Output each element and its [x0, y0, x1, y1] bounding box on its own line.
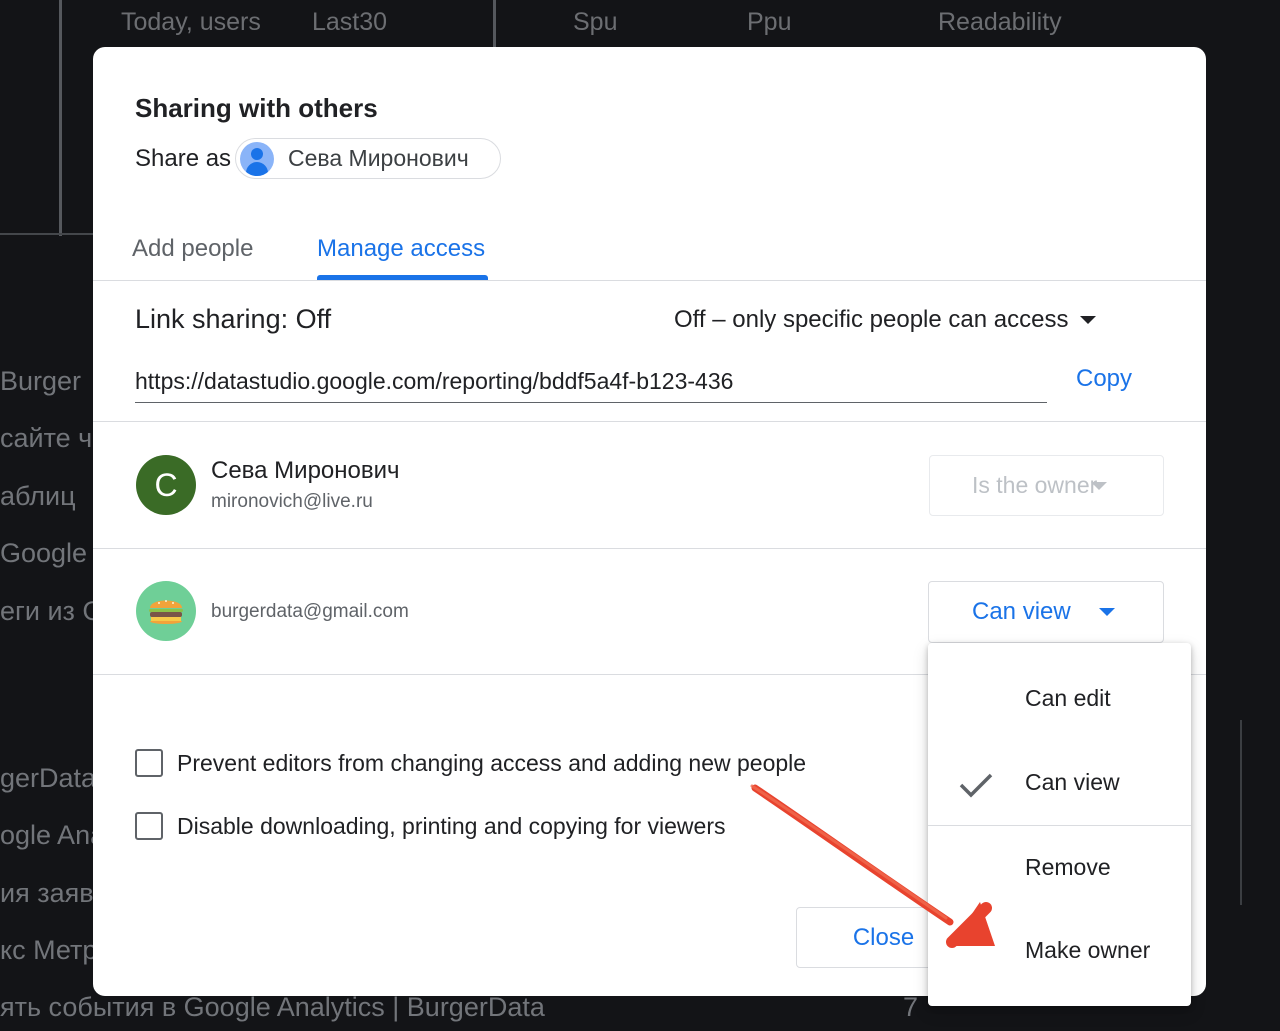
background-row-count: 7 — [903, 992, 919, 1022]
background-row: Burger — [0, 366, 82, 396]
background-divider — [1240, 720, 1242, 905]
disable-downloading-label: Disable downloading, printing and copyin… — [177, 812, 726, 839]
background-row: ять события в Google Analytics | BurgerD… — [0, 992, 545, 1022]
share-as-label: Share as — [135, 145, 232, 172]
viewer-email: burgerdata@gmail.com — [211, 601, 409, 622]
background-row: кс Метр — [0, 935, 98, 965]
background-row: сайте ч — [0, 423, 93, 453]
copy-link-button[interactable]: Copy — [1076, 365, 1132, 393]
owner-avatar-initial: C — [154, 466, 178, 503]
menu-item-remove[interactable]: Remove — [1025, 854, 1111, 881]
background-row: Google — [0, 538, 88, 568]
owner-email: mironovich@live.ru — [211, 491, 373, 512]
menu-item-can-edit[interactable]: Can edit — [1025, 685, 1111, 712]
background-row: ия заяв — [0, 878, 94, 908]
disable-downloading-option[interactable]: Disable downloading, printing and copyin… — [135, 812, 726, 840]
prevent-editors-label: Prevent editors from changing access and… — [177, 749, 807, 776]
caret-down-icon — [1091, 481, 1108, 490]
background-row: ogle Ana — [0, 820, 106, 850]
link-sharing-dropdown[interactable]: Off – only specific people can access — [674, 306, 1097, 334]
owner-avatar: C — [136, 455, 196, 515]
divider — [93, 280, 1206, 281]
divider — [93, 421, 1206, 422]
column-header-today-users: Today, users — [121, 8, 261, 36]
disable-downloading-checkbox[interactable] — [135, 812, 163, 840]
prevent-editors-option[interactable]: Prevent editors from changing access and… — [135, 749, 806, 777]
account-avatar-icon — [240, 141, 274, 176]
background-row: gerData — [0, 763, 97, 793]
prevent-editors-checkbox[interactable] — [135, 749, 163, 777]
burger-avatar-icon — [136, 581, 196, 641]
background-row: аблиц — [0, 481, 76, 511]
owner-role-select: Is the owner — [929, 455, 1164, 516]
owner-name: Сева Миронович — [211, 457, 400, 484]
burger-icon — [149, 600, 183, 624]
owner-role-label: Is the owner — [972, 472, 1098, 498]
tab-manage-access[interactable]: Manage access — [317, 235, 485, 263]
menu-item-can-view[interactable]: Can view — [1025, 769, 1120, 796]
viewer-role-label: Can view — [972, 598, 1071, 625]
caret-down-icon — [1080, 316, 1097, 324]
annotation-arrow-icon — [750, 784, 995, 948]
share-as-account-chip[interactable]: Сева Миронович — [235, 138, 501, 179]
share-as-name: Сева Миронович — [288, 145, 469, 171]
column-header-readability: Readability — [938, 8, 1062, 36]
dialog-title: Sharing with others — [135, 93, 378, 123]
column-header-spu: Spu — [573, 8, 618, 36]
viewer-role-select[interactable]: Can view — [928, 581, 1164, 643]
column-header-ppu: Ppu — [747, 8, 792, 36]
column-header-last30: Last30 — [312, 8, 388, 36]
background-divider — [59, 0, 62, 236]
background-row: еги из G — [0, 596, 104, 626]
menu-item-make-owner[interactable]: Make owner — [1025, 937, 1150, 964]
background-table-header: Today, users Last30 Spu Ppu Readability — [0, 0, 1280, 50]
background-divider — [493, 0, 496, 48]
share-url-field[interactable] — [135, 361, 1047, 403]
divider — [93, 548, 1206, 549]
caret-down-icon — [1098, 608, 1115, 616]
tab-add-people[interactable]: Add people — [132, 235, 253, 263]
link-sharing-label: Link sharing: Off — [135, 304, 332, 334]
link-sharing-mode: Off – only specific people can access — [674, 306, 1069, 333]
background-divider — [0, 233, 95, 235]
